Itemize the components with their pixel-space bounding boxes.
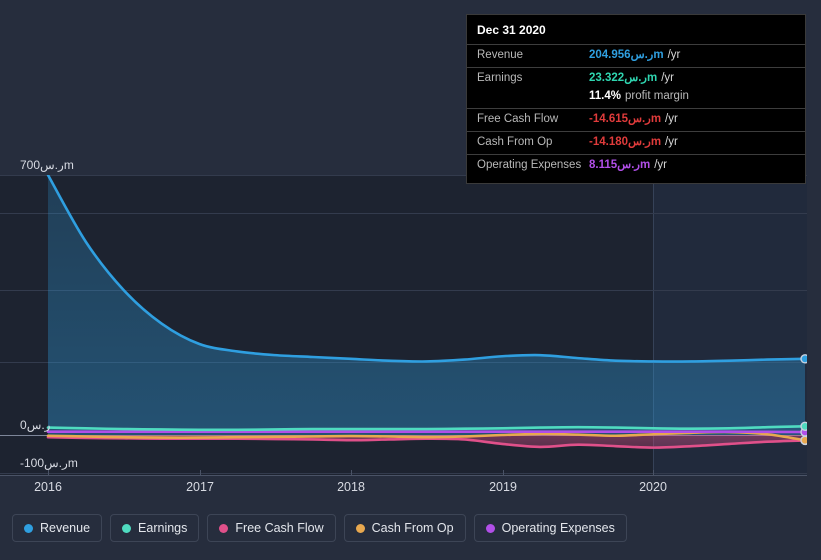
legend-color-dot [24, 523, 33, 533]
financial-performance-chart: 700ر.سm 0ر.س -100ر.سm 2016 2017 2018 2019 2020… [0, 0, 821, 560]
x-axis-label-2019: 2019 [489, 480, 517, 494]
tooltip-row-value: 8.115ر.سm [589, 158, 651, 171]
tooltip-row-label: Operating Expenses [477, 158, 582, 171]
series-lines [46, 175, 807, 449]
tooltip-row-value: 23.322ر.سm [589, 71, 658, 84]
x-axis-line [0, 475, 807, 476]
legend-item-revenue[interactable]: Revenue [12, 514, 103, 542]
plot-area[interactable] [0, 175, 807, 475]
area-fill-revenue [48, 175, 805, 435]
tooltip-row-value: 204.956ر.سm [589, 49, 664, 61]
tooltip-row-label: Revenue [477, 49, 524, 61]
legend-item-label: Cash From Op [371, 521, 454, 535]
tooltip-row-unit: /yr [665, 136, 678, 149]
chart-legend[interactable]: Revenue Earnings Free Cash Flow Cash From O… [12, 514, 627, 542]
tooltip-row-label: Cash From Op [477, 136, 553, 149]
tooltip-row-value-wrap: -14.180ر.سm/yr [589, 136, 678, 150]
x-axis-tick-2020 [653, 470, 654, 476]
tooltip-row-value: -14.180ر.سm [589, 136, 662, 149]
tooltip-row-value-wrap: 11.4% profit margin [589, 90, 689, 104]
tooltip-row-value-wrap: 204.956ر.سm/yr [589, 49, 680, 63]
tooltip-row: Free Cash Flow -14.615ر.سm/yr [467, 108, 805, 131]
tooltip-row-value-wrap: 8.115ر.سm/yr [589, 159, 667, 173]
legend-item-label: Free Cash Flow [235, 521, 324, 535]
tooltip-row: Cash From Op -14.180ر.سm/yr [467, 131, 805, 154]
tooltip-row-label: Earnings [477, 71, 523, 84]
x-axis-label-2018: 2018 [337, 480, 365, 494]
tooltip-row-unit: /yr [654, 158, 667, 171]
tooltip-row-value: 11.4% [589, 89, 621, 102]
legend-color-dot [355, 523, 365, 533]
x-axis-label-2016: 2016 [34, 480, 62, 494]
legend-color-dot [485, 523, 495, 533]
endpoint-marker-revenue[interactable] [800, 354, 807, 364]
y-axis-label-0: 0ر.س [20, 418, 51, 432]
x-axis-label-2017: 2017 [186, 480, 214, 494]
x-axis-tick-2018 [351, 470, 352, 476]
tooltip-row-value-wrap: 23.322ر.سm/yr [589, 72, 674, 86]
tooltip-date: Dec 31 2020 [477, 23, 546, 37]
legend-item-label: Operating Expenses [501, 521, 615, 535]
tooltip-row-value: -14.615ر.سm [589, 113, 662, 126]
tooltip-row-unit: /yr [667, 49, 681, 61]
legend-item-operating-expenses[interactable]: Operating Expenses [473, 514, 627, 542]
legend-item-earnings[interactable]: Earnings [110, 514, 200, 542]
tooltip-row-label: Free Cash Flow [477, 113, 559, 126]
legend-item-cash-from-op[interactable]: Cash From Op [343, 514, 466, 542]
legend-item-label: Earnings [138, 521, 188, 535]
y-axis-label--100: -100ر.سm [20, 456, 78, 470]
tooltip-row: Revenue 204.956ر.سm/yr [467, 44, 805, 67]
tooltip-rows: Revenue 204.956ر.سm/yr Earnings 23.322ر.سm /… [467, 44, 805, 177]
tooltip-row-value-wrap: -14.615ر.سm/yr [589, 113, 678, 127]
tooltip-row-unit: /yr [661, 71, 674, 84]
x-axis-tick-2016 [48, 470, 49, 476]
x-axis-tick-2019 [503, 470, 504, 476]
tooltip-row: Earnings 23.322ر.سm/yr [467, 66, 805, 90]
legend-color-dot [122, 523, 132, 533]
legend-item-label: Revenue [40, 521, 91, 535]
endpoint-marker-cash-from-op[interactable] [800, 435, 807, 445]
y-axis-label-700: 700ر.سm [20, 158, 74, 172]
tooltip-row: Operating Expenses 8.115ر.سm/yr [467, 153, 805, 177]
legend-color-dot [219, 523, 229, 533]
x-axis-label-2020: 2020 [639, 480, 667, 494]
endpoint-marker-earnings[interactable] [800, 421, 807, 432]
legend-item-free-cash-flow[interactable]: Free Cash Flow [207, 514, 336, 542]
tooltip-row-unit: /yr [665, 113, 678, 126]
x-axis-tick-2017 [200, 470, 201, 476]
tooltip-row-subtext: profit margin [624, 89, 689, 102]
tooltip-row: 11.4% profit margin [467, 90, 805, 109]
chart-tooltip: Dec 31 2020 Revenue 204.956ر.سm/yr Earning… [466, 14, 806, 184]
